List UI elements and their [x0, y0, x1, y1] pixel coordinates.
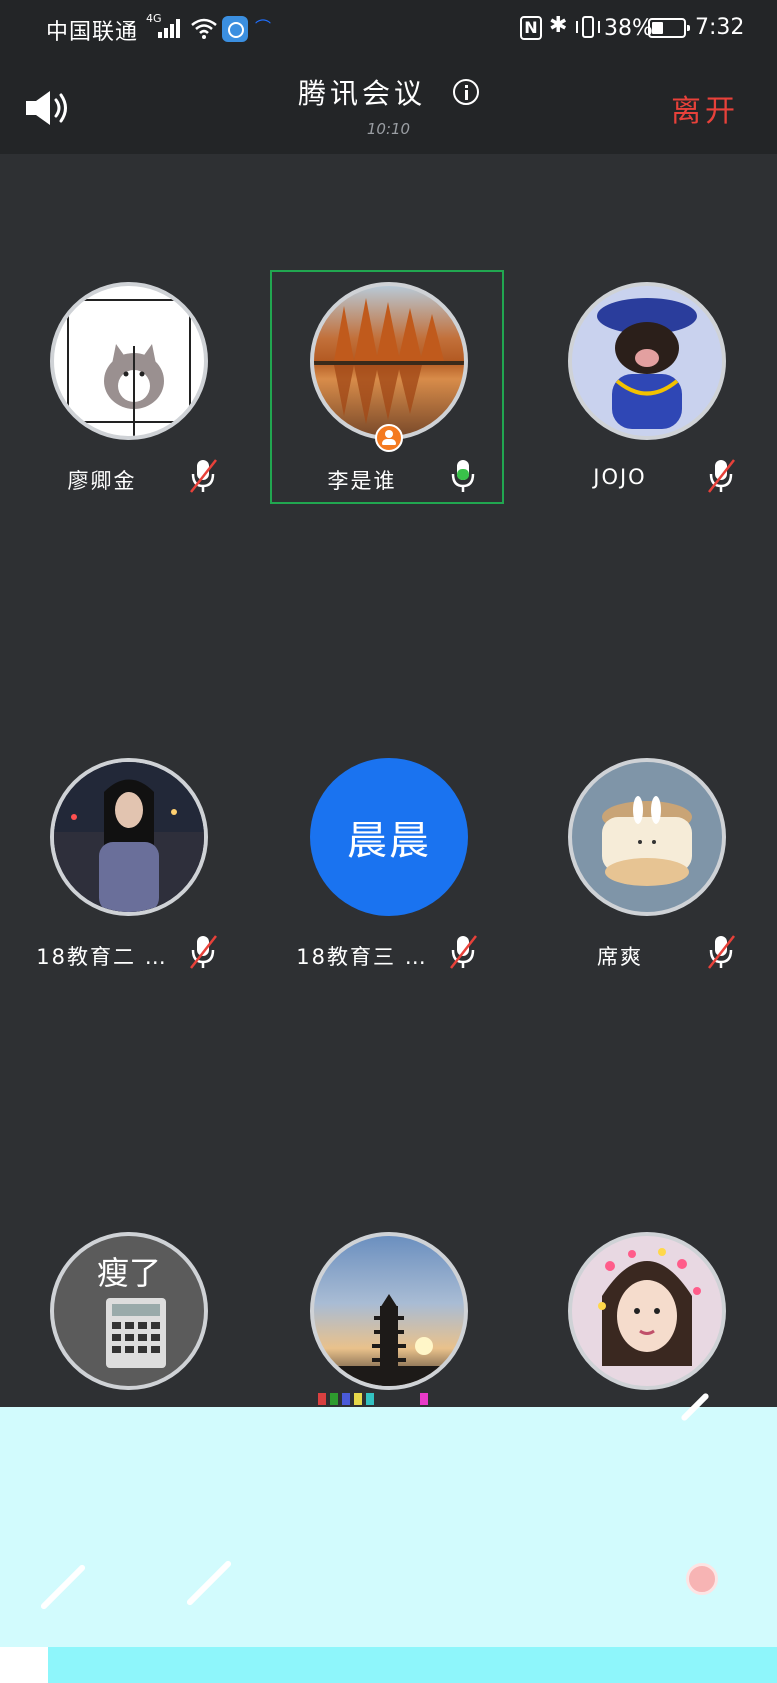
avatar-text: 晨晨 — [347, 818, 431, 864]
glitch-artifact — [330, 1393, 338, 1405]
battery-percent: 38% — [604, 16, 653, 41]
mic-muted-icon[interactable] — [188, 456, 218, 496]
glitch-overlay — [0, 1392, 777, 1683]
girl-hearts-image — [598, 1248, 701, 1366]
participant-tile[interactable]: 廖卿金 — [12, 272, 242, 502]
avatar — [50, 758, 208, 916]
glitch-artifact — [318, 1393, 326, 1405]
avatar — [50, 282, 208, 440]
mic-muted-icon[interactable] — [706, 932, 736, 972]
glitch-artifact — [39, 1563, 87, 1611]
nfc-icon: N — [520, 16, 542, 40]
calculator-image — [106, 1298, 166, 1368]
glitch-artifact — [420, 1393, 428, 1405]
glitch-artifact — [342, 1393, 350, 1405]
mic-muted-icon[interactable] — [188, 932, 218, 972]
girl-night-image — [54, 762, 204, 912]
participant-tile[interactable]: JOJO — [530, 272, 760, 502]
mic-muted-icon[interactable] — [448, 932, 478, 972]
avatar: 瘦了 — [50, 1232, 208, 1390]
dog-costume-image — [597, 298, 697, 429]
mic-active-icon[interactable] — [448, 456, 478, 496]
avatar — [310, 282, 468, 440]
info-icon[interactable] — [452, 79, 479, 105]
host-badge-icon — [375, 424, 403, 452]
vibrate-icon — [574, 16, 602, 40]
participant-name: JOJO — [593, 465, 647, 489]
participant-name: 李是谁 — [327, 469, 397, 493]
glitch-artifact — [0, 1647, 48, 1683]
pagoda-sunset-image — [314, 1294, 464, 1386]
participant-tile-active[interactable]: 李是谁 — [270, 270, 504, 504]
leave-button[interactable]: 离开 — [671, 86, 739, 130]
glitch-band — [0, 1647, 777, 1683]
glitch-artifact — [185, 1559, 233, 1607]
bunny-jar-image — [602, 796, 692, 886]
avatar — [568, 1232, 726, 1390]
participant-tile[interactable]: 18教育二 … — [12, 748, 242, 978]
app-icon — [222, 16, 248, 42]
participant-name: 席爽 — [597, 945, 643, 969]
avatar — [568, 282, 726, 440]
avatar — [310, 1232, 468, 1390]
mic-muted-icon[interactable] — [706, 456, 736, 496]
participant-tile[interactable]: 席爽 — [530, 748, 760, 978]
participant-name: 18教育三 … — [296, 945, 428, 969]
status-bar: 中国联通 4G ⌒ N ✱ 38% 7:32 — [0, 0, 777, 58]
glitch-artifact — [354, 1393, 362, 1405]
meeting-title-text: 腾讯会议 — [298, 77, 427, 110]
carrier-label: 中国联通 — [46, 20, 139, 45]
app-icon: ⌒ — [255, 18, 272, 37]
cartoon-dog-image — [67, 299, 191, 436]
status-time: 7:32 — [695, 15, 745, 40]
autumn-trees-image — [314, 298, 464, 424]
glitch-artifact — [366, 1393, 374, 1405]
bluetooth-icon: ✱ — [549, 13, 568, 38]
avatar — [568, 758, 726, 916]
signal-icon — [158, 18, 182, 38]
battery-icon — [648, 18, 690, 38]
participant-name: 18教育二 … — [36, 945, 168, 969]
wifi-icon — [191, 18, 217, 39]
participant-tile[interactable]: 晨晨 18教育三 … — [272, 748, 502, 978]
meeting-title: 腾讯会议 — [0, 72, 777, 112]
meeting-header: 腾讯会议 10:10 离开 — [0, 58, 777, 154]
glitch-dot — [686, 1563, 718, 1595]
text-avatar: 晨晨 — [310, 758, 468, 916]
meeting-duration: 10:10 — [366, 120, 411, 138]
participant-name: 廖卿金 — [67, 469, 137, 493]
